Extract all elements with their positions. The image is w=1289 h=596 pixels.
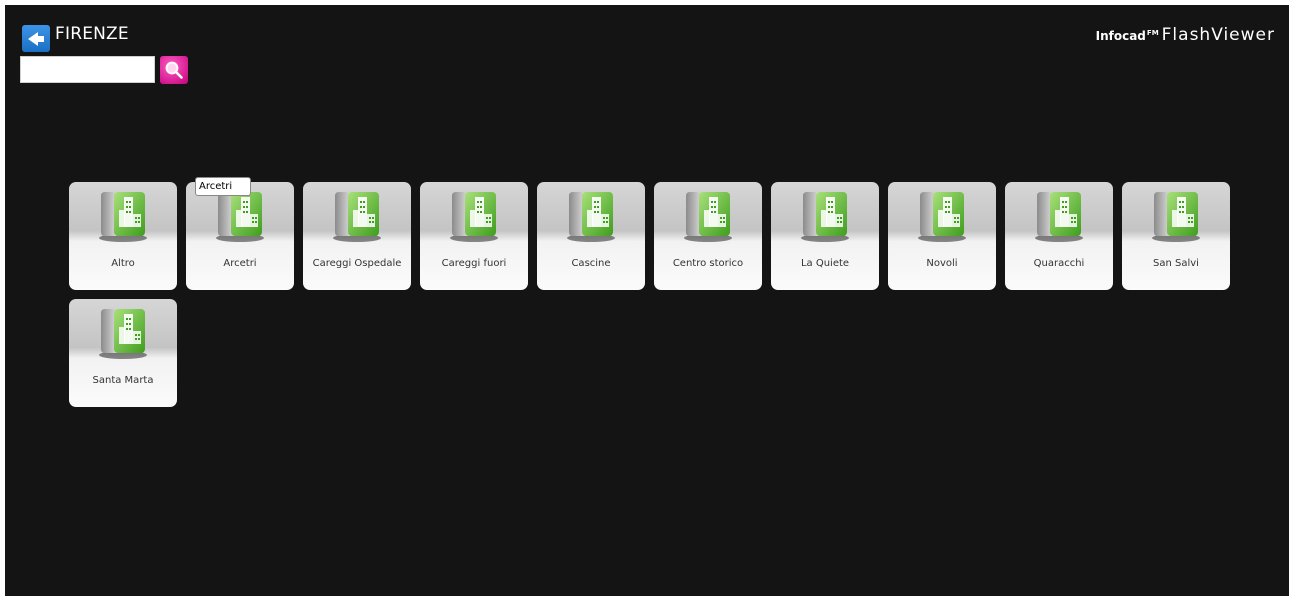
- location-tile-quaracchi[interactable]: Quaracchi: [1005, 182, 1113, 290]
- building-icon: [567, 192, 615, 242]
- building-icon: [684, 192, 732, 242]
- building-icon: [216, 192, 264, 242]
- location-tile-cascine[interactable]: Cascine: [537, 182, 645, 290]
- search-input[interactable]: [20, 56, 155, 83]
- tile-label: Arcetri: [223, 258, 257, 269]
- tile-label: San Salvi: [1153, 258, 1199, 269]
- location-tile-san-salvi[interactable]: San Salvi: [1122, 182, 1230, 290]
- search-button[interactable]: [160, 56, 188, 84]
- tile-label: Novoli: [926, 258, 958, 269]
- tile-label: Centro storico: [672, 258, 744, 269]
- tile-label: Careggi fuori: [441, 258, 507, 269]
- building-icon: [450, 192, 498, 242]
- building-icon: [333, 192, 381, 242]
- tooltip: Arcetri: [195, 177, 251, 196]
- building-icon: [801, 192, 849, 242]
- location-tile-la-quiete[interactable]: La Quiete: [771, 182, 879, 290]
- viewer-canvas: FIRENZE Infocad FM FlashViewer Altro Arc…: [5, 5, 1289, 596]
- tile-label: La Quiete: [800, 258, 850, 269]
- brand-superscript: FM: [1146, 29, 1159, 37]
- location-tile-altro[interactable]: Altro: [69, 182, 177, 290]
- location-tile-centro-storico[interactable]: Centro storico: [654, 182, 762, 290]
- brand-name: Infocad: [1095, 29, 1146, 43]
- tile-label: Quaracchi: [1033, 258, 1085, 269]
- building-icon: [1035, 192, 1083, 242]
- building-icon: [99, 309, 147, 359]
- location-tile-novoli[interactable]: Novoli: [888, 182, 996, 290]
- magnifier-icon: [165, 61, 183, 79]
- building-icon: [99, 192, 147, 242]
- brand-logo: Infocad FM FlashViewer: [1096, 25, 1275, 45]
- building-icon: [918, 192, 966, 242]
- location-tile-arcetri[interactable]: Arcetri: [186, 182, 294, 290]
- tile-label: Santa Marta: [92, 375, 154, 386]
- tile-label: Cascine: [571, 258, 611, 269]
- back-button[interactable]: [22, 25, 50, 52]
- page-title: FIRENZE: [55, 24, 129, 44]
- location-tile-careggi-ospedale[interactable]: Careggi Ospedale: [303, 182, 411, 290]
- tile-label: Careggi Ospedale: [312, 258, 402, 269]
- tile-label: Altro: [111, 258, 135, 269]
- building-icon: [1152, 192, 1200, 242]
- location-tile-santa-marta[interactable]: Santa Marta: [69, 299, 177, 407]
- brand-product: FlashViewer: [1161, 25, 1275, 45]
- location-grid: Altro Arcetri Careggi Ospedale Careggi f…: [69, 182, 1249, 407]
- arrow-left-icon: [28, 31, 44, 46]
- location-tile-careggi-fuori[interactable]: Careggi fuori: [420, 182, 528, 290]
